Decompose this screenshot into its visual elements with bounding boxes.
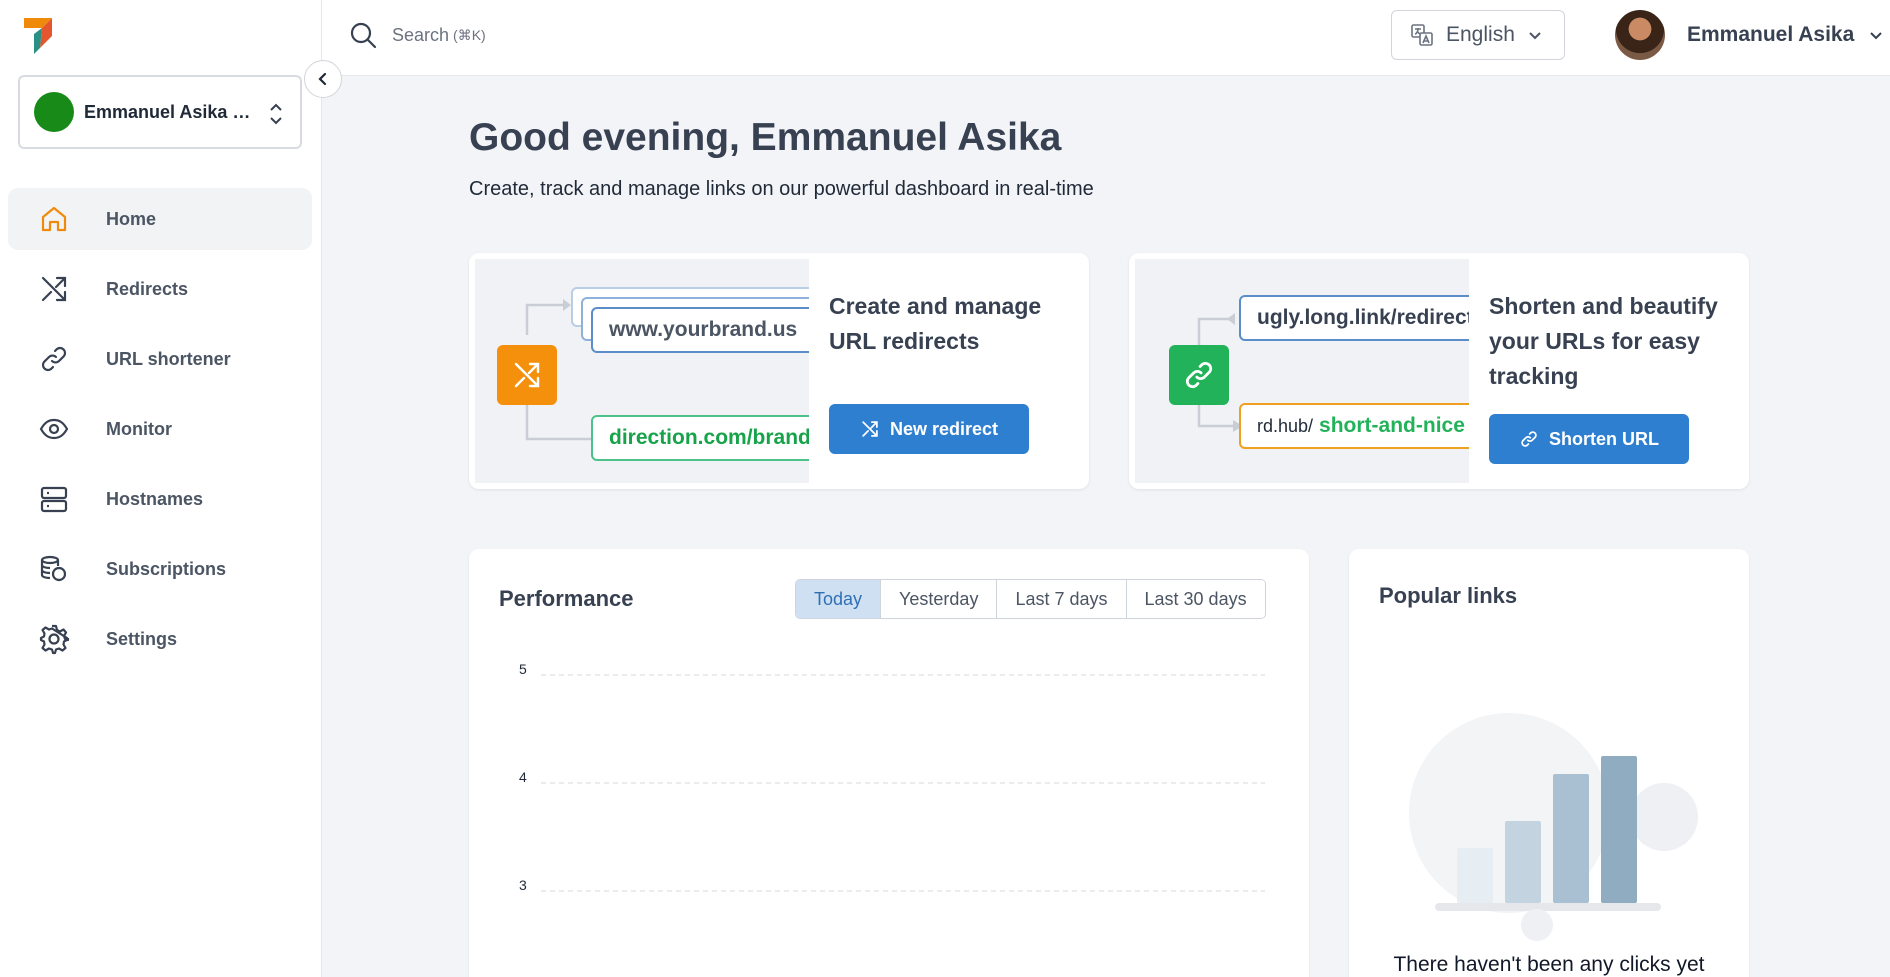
sidebar-item-label: URL shortener bbox=[106, 348, 231, 369]
language-selector[interactable]: English bbox=[1391, 10, 1565, 60]
shortener-promo-card: ugly.long.link/redirect rd.hub/ short-an… bbox=[1129, 253, 1749, 489]
short-url: rd.hub/ short-and-nice bbox=[1239, 403, 1469, 449]
sidebar: Emmanuel Asika W... Home Redirects URL s… bbox=[0, 0, 322, 977]
chevron-up-down-icon bbox=[270, 103, 282, 125]
redirect-tile bbox=[497, 345, 557, 405]
sidebar-nav: Home Redirects URL shortener Monitor Hos… bbox=[8, 188, 312, 678]
performance-card: Performance Today Yesterday Last 7 days … bbox=[469, 549, 1309, 977]
sidebar-item-label: Subscriptions bbox=[106, 558, 227, 579]
sidebar-item-label: Home bbox=[106, 208, 157, 229]
range-yesterday[interactable]: Yesterday bbox=[880, 580, 997, 618]
long-url: ugly.long.link/redirect bbox=[1239, 295, 1469, 341]
y-tick-label: 3 bbox=[519, 877, 527, 893]
redirect-illustration: www.yourbrand.us direction.com/brand bbox=[475, 259, 809, 483]
sidebar-item-label: Hostnames bbox=[106, 488, 204, 509]
card-title: Shorten and beautify your URLs for easy … bbox=[1489, 293, 1718, 389]
sidebar-item-monitor[interactable]: Monitor bbox=[8, 398, 312, 460]
shuffle-icon bbox=[514, 362, 540, 388]
home-icon bbox=[41, 206, 67, 232]
page-subtitle: Create, track and manage links on our po… bbox=[469, 178, 1094, 200]
link-icon bbox=[41, 346, 67, 372]
y-tick-label: 4 bbox=[519, 769, 527, 785]
avatar bbox=[1615, 10, 1665, 60]
page-title: Good evening, Emmanuel Asika bbox=[469, 116, 1062, 159]
popular-links-title: Popular links bbox=[1379, 583, 1518, 608]
server-icon bbox=[40, 486, 68, 513]
short-url-prefix: rd.hub/ bbox=[1257, 415, 1314, 436]
logo-icon[interactable] bbox=[22, 16, 58, 54]
popular-links-card: Popular links There haven't been any cli… bbox=[1349, 549, 1749, 977]
user-menu[interactable]: Emmanuel Asika bbox=[1615, 10, 1884, 60]
link-icon bbox=[1185, 361, 1213, 389]
chevron-down-icon bbox=[1529, 32, 1541, 40]
workspace-avatar bbox=[34, 92, 74, 132]
sidebar-item-home[interactable]: Home bbox=[8, 188, 312, 250]
target-url: direction.com/brand bbox=[591, 415, 809, 461]
sidebar-item-subscriptions[interactable]: Subscriptions bbox=[8, 538, 312, 600]
range-last-7-days[interactable]: Last 7 days bbox=[996, 580, 1126, 618]
chevron-left-icon bbox=[318, 72, 327, 86]
search-shortcut: (⌘K) bbox=[453, 26, 486, 43]
translate-icon bbox=[1411, 24, 1433, 46]
search-input[interactable]: Search (⌘K) bbox=[348, 20, 486, 50]
search-placeholder: Search bbox=[392, 24, 450, 45]
chevron-down-icon bbox=[1870, 32, 1883, 40]
redirect-promo-card: www.yourbrand.us direction.com/brand Cre… bbox=[469, 253, 1089, 489]
link-tile bbox=[1169, 345, 1229, 405]
collapse-sidebar-button[interactable] bbox=[304, 60, 342, 98]
coins-icon bbox=[40, 555, 67, 582]
range-today[interactable]: Today bbox=[796, 580, 881, 618]
button-label: New redirect bbox=[889, 418, 999, 439]
y-tick-label: 5 bbox=[519, 661, 527, 677]
workspace-switcher[interactable]: Emmanuel Asika W... bbox=[18, 75, 302, 149]
sidebar-item-label: Settings bbox=[106, 628, 178, 649]
language-label: English bbox=[1446, 23, 1515, 46]
user-name: Emmanuel Asika bbox=[1687, 23, 1855, 46]
topbar: Search (⌘K) English Emmanuel Asika bbox=[322, 0, 1890, 76]
button-label: Shorten URL bbox=[1549, 428, 1659, 449]
sidebar-item-label: Monitor bbox=[106, 418, 172, 439]
gear-icon bbox=[39, 624, 70, 655]
shorten-url-button[interactable]: Shorten URL bbox=[1489, 414, 1689, 464]
source-url: www.yourbrand.us bbox=[591, 307, 809, 353]
short-url-slug: short-and-nice bbox=[1319, 414, 1465, 437]
shortener-illustration: ugly.long.link/redirect rd.hub/ short-an… bbox=[1135, 259, 1469, 483]
empty-state-illustration bbox=[1409, 713, 1698, 941]
shuffle-icon bbox=[41, 276, 67, 302]
sidebar-item-url-shortener[interactable]: URL shortener bbox=[8, 328, 312, 390]
sidebar-item-redirects[interactable]: Redirects bbox=[8, 258, 312, 320]
performance-chart: 5 4 3 bbox=[519, 661, 1265, 893]
eye-icon bbox=[39, 418, 69, 440]
sidebar-item-hostnames[interactable]: Hostnames bbox=[8, 468, 312, 530]
shuffle-icon bbox=[862, 421, 878, 437]
search-icon bbox=[350, 22, 377, 49]
range-last-30-days[interactable]: Last 30 days bbox=[1125, 580, 1265, 618]
performance-title: Performance bbox=[499, 586, 634, 611]
workspace-name: Emmanuel Asika W... bbox=[84, 101, 262, 122]
empty-state-text: There haven't been any clicks yet bbox=[1393, 953, 1705, 976]
range-selector: Today Yesterday Last 7 days Last 30 days bbox=[795, 579, 1266, 619]
card-title: Create and manage URL redirects bbox=[829, 293, 1042, 354]
sidebar-item-settings[interactable]: Settings bbox=[8, 608, 312, 670]
link-icon bbox=[1521, 431, 1537, 447]
new-redirect-button[interactable]: New redirect bbox=[829, 404, 1029, 454]
sidebar-item-label: Redirects bbox=[106, 278, 189, 299]
